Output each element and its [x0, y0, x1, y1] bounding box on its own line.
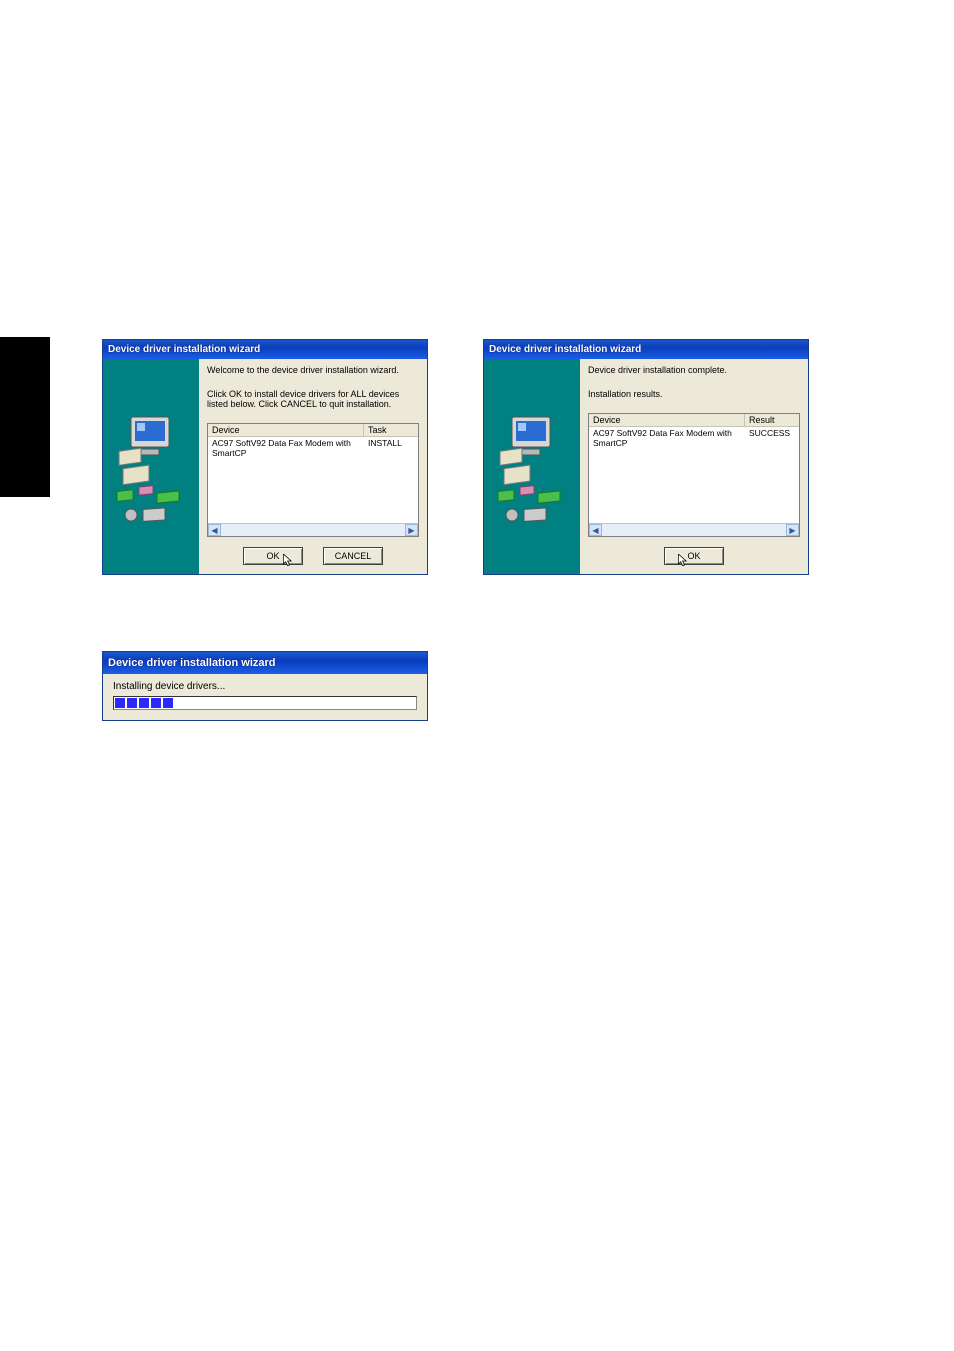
- install-progress-dialog: Device driver installation wizard Instal…: [102, 651, 428, 721]
- titlebar[interactable]: Device driver installation wizard: [103, 340, 427, 359]
- complete-text: Device driver installation complete.: [588, 365, 800, 375]
- scroll-track[interactable]: [221, 524, 405, 536]
- margin-tab: [0, 337, 50, 497]
- cell-device: AC97 SoftV92 Data Fax Modem with SmartCP: [208, 437, 364, 459]
- progress-chunk: [115, 698, 125, 708]
- scroll-left-icon[interactable]: ◀: [589, 524, 602, 536]
- table-row[interactable]: AC97 SoftV92 Data Fax Modem with SmartCP…: [208, 437, 418, 459]
- computer-hardware-icon: [111, 387, 191, 547]
- progress-chunk: [139, 698, 149, 708]
- column-header-task[interactable]: Task: [364, 424, 418, 436]
- status-text: Installing device drivers...: [113, 681, 417, 692]
- results-label: Installation results.: [588, 389, 800, 399]
- title-text: Device driver installation wizard: [108, 657, 276, 669]
- install-wizard-dialog-complete: Device driver installation wizard: [483, 339, 809, 575]
- cell-result: SUCCESS: [745, 427, 799, 449]
- ok-button[interactable]: OK: [664, 547, 724, 565]
- cell-device: AC97 SoftV92 Data Fax Modem with SmartCP: [589, 427, 745, 449]
- wizard-side-graphic: [484, 359, 580, 574]
- cancel-button[interactable]: CANCEL: [323, 547, 383, 565]
- results-table: Device Result AC97 SoftV92 Data Fax Mode…: [588, 413, 800, 537]
- scroll-track[interactable]: [602, 524, 786, 536]
- title-text: Device driver installation wizard: [489, 344, 641, 355]
- cell-task: INSTALL: [364, 437, 418, 459]
- scroll-left-icon[interactable]: ◀: [208, 524, 221, 536]
- progress-chunk: [127, 698, 137, 708]
- scroll-right-icon[interactable]: ▶: [405, 524, 418, 536]
- progress-bar: [113, 696, 417, 710]
- column-header-device[interactable]: Device: [589, 414, 745, 426]
- table-row[interactable]: AC97 SoftV92 Data Fax Modem with SmartCP…: [589, 427, 799, 449]
- wizard-side-graphic: [103, 359, 199, 574]
- scroll-right-icon[interactable]: ▶: [786, 524, 799, 536]
- computer-hardware-icon: [492, 387, 572, 547]
- ok-button[interactable]: OK: [243, 547, 303, 565]
- titlebar[interactable]: Device driver installation wizard: [103, 652, 427, 674]
- device-table: Device Task AC97 SoftV92 Data Fax Modem …: [207, 423, 419, 537]
- column-header-device[interactable]: Device: [208, 424, 364, 436]
- welcome-text: Welcome to the device driver installatio…: [207, 365, 419, 375]
- install-wizard-dialog-welcome: Device driver installation wizard: [102, 339, 428, 575]
- instruction-text: Click OK to install device drivers for A…: [207, 389, 407, 409]
- titlebar[interactable]: Device driver installation wizard: [484, 340, 808, 359]
- horizontal-scrollbar[interactable]: ◀ ▶: [589, 523, 799, 536]
- title-text: Device driver installation wizard: [108, 344, 260, 355]
- progress-chunk: [151, 698, 161, 708]
- progress-chunk: [163, 698, 173, 708]
- column-header-result[interactable]: Result: [745, 414, 799, 426]
- horizontal-scrollbar[interactable]: ◀ ▶: [208, 523, 418, 536]
